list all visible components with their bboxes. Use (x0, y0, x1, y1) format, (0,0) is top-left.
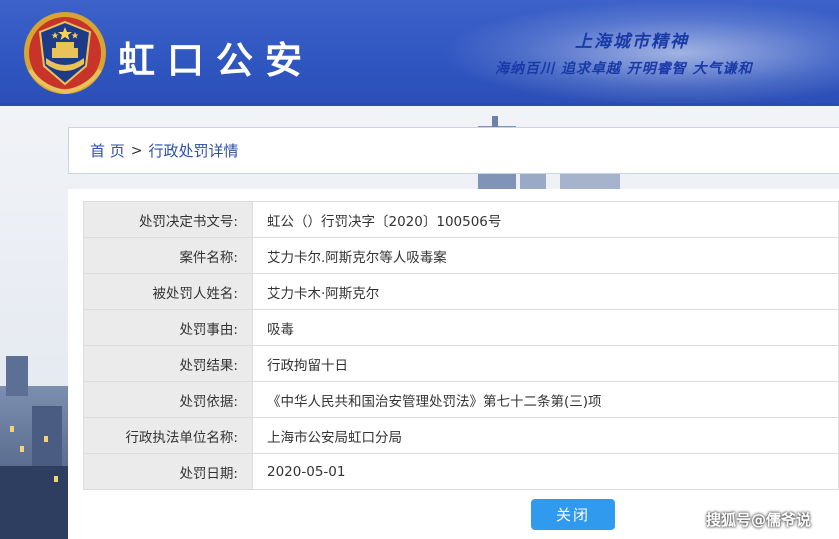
enforcement-unit-value: 上海市公安局虹口分局 (252, 417, 839, 454)
result-label: 处罚结果: (83, 345, 253, 382)
slogan-line: 海纳百川 追求卓越 开明睿智 大气谦和 (495, 61, 753, 77)
penalty-date-value: 2020-05-01 (252, 453, 839, 490)
table-row: 处罚依据: 《中华人民共和国治安管理处罚法》第七十二条第(三)项 (83, 381, 839, 418)
close-button[interactable]: 关闭 (531, 499, 615, 530)
table-row: 被处罚人姓名: 艾力卡木·阿斯克尔 (83, 273, 839, 310)
breadcrumb-home-link[interactable]: 首 页 (90, 140, 125, 161)
police-emblem-icon (24, 12, 106, 95)
watermark: 搜狐号@儒爷说 (706, 511, 812, 529)
person-name-label: 被处罚人姓名: (83, 273, 253, 310)
reason-label: 处罚事由: (83, 309, 253, 346)
case-name-value: 艾力卡尔.阿斯克尔等人吸毒案 (252, 237, 839, 274)
person-name-value: 艾力卡木·阿斯克尔 (252, 273, 839, 310)
table-row: 处罚决定书文号: 虹公（）行罚决字〔2020〕100506号 (83, 201, 839, 238)
table-row: 处罚结果: 行政拘留十日 (83, 345, 839, 382)
decision-number-value: 虹公（）行罚决字〔2020〕100506号 (252, 201, 839, 238)
breadcrumb-current: 行政处罚详情 (148, 142, 239, 160)
legal-basis-label: 处罚依据: (83, 381, 253, 418)
site-name: 虹口公安 (118, 39, 314, 82)
penalty-detail-table: 处罚决定书文号: 虹公（）行罚决字〔2020〕100506号 案件名称: 艾力卡… (83, 201, 839, 490)
case-name-label: 案件名称: (83, 237, 253, 274)
detail-panel: 处罚决定书文号: 虹公（）行罚决字〔2020〕100506号 案件名称: 艾力卡… (68, 189, 839, 539)
reason-value: 吸毒 (252, 309, 839, 346)
slogan-title: 上海城市精神 (575, 32, 689, 52)
result-value: 行政拘留十日 (252, 345, 839, 382)
table-row: 案件名称: 艾力卡尔.阿斯克尔等人吸毒案 (83, 237, 839, 274)
breadcrumb-separator: > (130, 142, 143, 159)
enforcement-unit-label: 行政执法单位名称: (83, 417, 253, 454)
legal-basis-value: 《中华人民共和国治安管理处罚法》第七十二条第(三)项 (252, 381, 839, 418)
header-glow (440, 0, 839, 106)
decision-number-label: 处罚决定书文号: (83, 201, 253, 238)
penalty-date-label: 处罚日期: (83, 453, 253, 490)
site-header: 虹口公安 上海城市精神 海纳百川 追求卓越 开明睿智 大气谦和 (0, 0, 839, 106)
table-row: 行政执法单位名称: 上海市公安局虹口分局 (83, 417, 839, 454)
breadcrumb: 首 页 > 行政处罚详情 (68, 127, 839, 174)
table-row: 处罚日期: 2020-05-01 (83, 453, 839, 490)
table-row: 处罚事由: 吸毒 (83, 309, 839, 346)
